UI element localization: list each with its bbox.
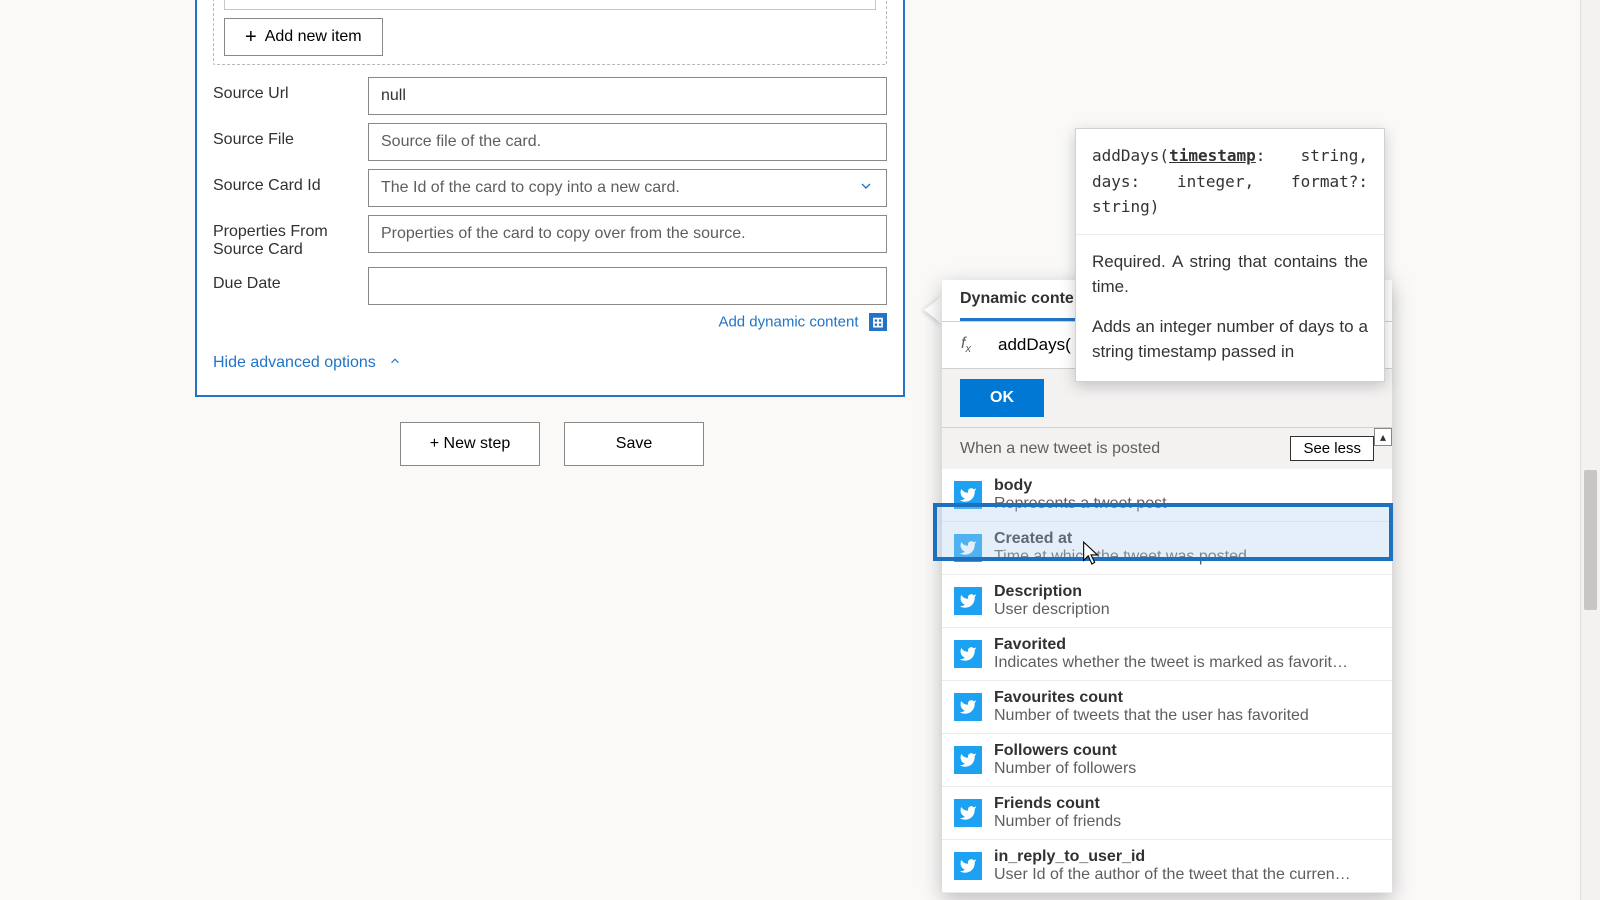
source-url-label: Source Url: [213, 77, 368, 103]
ok-button[interactable]: OK: [960, 379, 1044, 417]
twitter-icon: [954, 587, 982, 615]
new-step-button[interactable]: + New step: [400, 422, 540, 466]
props-from-source-label: Properties From Source Card: [213, 215, 368, 259]
fx-icon: fx: [942, 335, 990, 355]
source-file-input[interactable]: [368, 123, 887, 161]
plus-icon: +: [245, 27, 257, 47]
previous-array-block: + Add new item: [213, 0, 887, 65]
dynamic-item-title: Description: [994, 583, 1110, 601]
dynamic-item-desc: Time at which the tweet was posted: [994, 548, 1247, 566]
dynamic-item-title: Followers count: [994, 742, 1136, 760]
dynamic-item-desc: User Id of the author of the tweet that …: [994, 866, 1354, 884]
dynamic-item-title: body: [994, 477, 1167, 495]
dynamic-item-followers-count[interactable]: Followers countNumber of followers: [942, 734, 1392, 787]
dynamic-item-desc: Number of friends: [994, 813, 1121, 831]
due-date-input[interactable]: [368, 267, 887, 305]
dynamic-item-title: Favorited: [994, 636, 1354, 654]
tab-dynamic-content[interactable]: Dynamic content: [960, 290, 1089, 321]
hide-advanced-options-toggle[interactable]: Hide advanced options: [213, 342, 402, 379]
source-file-label: Source File: [213, 123, 368, 149]
see-less-button[interactable]: See less: [1290, 436, 1374, 461]
dynamic-item-desc: Number of tweets that the user has favor…: [994, 707, 1309, 725]
twitter-icon: [954, 481, 982, 509]
twitter-icon: [954, 852, 982, 880]
twitter-icon: [954, 693, 982, 721]
save-button[interactable]: Save: [564, 422, 704, 466]
tooltip-required: Required. A string that contains the tim…: [1092, 249, 1368, 300]
props-from-source-input[interactable]: [368, 215, 887, 253]
tooltip-signature: addDays(timestamp: string, days: integer…: [1076, 129, 1384, 235]
tooltip-body: Required. A string that contains the tim…: [1076, 235, 1384, 381]
chevron-down-icon: [858, 178, 874, 199]
source-card-id-select[interactable]: The Id of the card to copy into a new ca…: [368, 169, 887, 207]
dynamic-content-list[interactable]: bodyRepresents a tweet postCreated atTim…: [942, 469, 1392, 893]
source-url-input[interactable]: [368, 77, 887, 115]
tooltip-description: Adds an integer number of days to a stri…: [1092, 314, 1368, 365]
twitter-icon: [954, 799, 982, 827]
dynamic-item-desc: Indicates whether the tweet is marked as…: [994, 654, 1354, 672]
dynamic-item-title: Created at: [994, 530, 1247, 548]
twitter-icon: [954, 746, 982, 774]
popup-arrow-icon: [924, 296, 942, 324]
dynamic-item-favorited[interactable]: FavoritedIndicates whether the tweet is …: [942, 628, 1392, 681]
dynamic-item-desc: Represents a tweet post: [994, 495, 1167, 513]
action-card: + Add new item Source Url Source File So…: [195, 0, 905, 397]
twitter-icon: [954, 640, 982, 668]
hide-advanced-label: Hide advanced options: [213, 354, 376, 372]
dynamic-item-friends-count[interactable]: Friends countNumber of friends: [942, 787, 1392, 840]
dynamic-item-description[interactable]: DescriptionUser description: [942, 575, 1392, 628]
add-dynamic-content-link[interactable]: Add dynamic content: [718, 314, 858, 331]
twitter-icon: [954, 534, 982, 562]
dynamic-item-title: Favourites count: [994, 689, 1309, 707]
dynamic-item-in-reply-to-user-id[interactable]: in_reply_to_user_idUser Id of the author…: [942, 840, 1392, 893]
due-date-label: Due Date: [213, 267, 368, 293]
dynamic-item-favourites-count[interactable]: Favourites countNumber of tweets that th…: [942, 681, 1392, 734]
page-scrollbar[interactable]: [1580, 0, 1600, 900]
scroll-up-icon[interactable]: ▴: [1374, 428, 1392, 446]
dynamic-item-title: in_reply_to_user_id: [994, 848, 1354, 866]
expression-tooltip: addDays(timestamp: string, days: integer…: [1075, 128, 1385, 382]
dynamic-section-title: When a new tweet is posted: [960, 440, 1160, 458]
source-card-id-label: Source Card Id: [213, 169, 368, 195]
dynamic-item-title: Friends count: [994, 795, 1121, 813]
dynamic-item-body[interactable]: bodyRepresents a tweet post: [942, 469, 1392, 522]
dynamic-item-desc: User description: [994, 601, 1110, 619]
source-card-id-placeholder: The Id of the card to copy into a new ca…: [381, 179, 680, 197]
dynamic-item-created-at[interactable]: Created atTime at which the tweet was po…: [942, 522, 1392, 575]
chevron-up-icon: [388, 354, 402, 373]
add-new-item-label: Add new item: [265, 28, 362, 46]
dynamic-item-desc: Number of followers: [994, 760, 1136, 778]
add-new-item-button[interactable]: + Add new item: [224, 18, 383, 56]
add-dynamic-content-icon[interactable]: ⊞: [869, 313, 887, 331]
